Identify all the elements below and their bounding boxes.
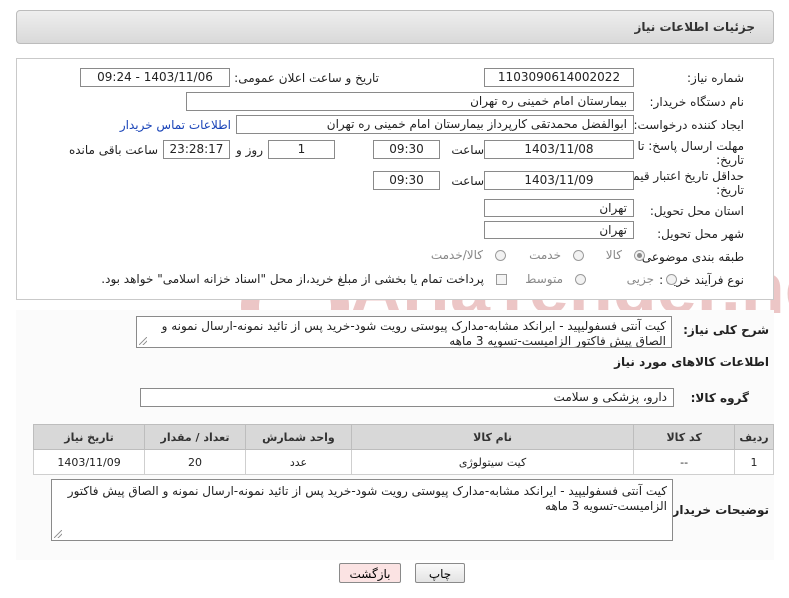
back-button[interactable]: بازگشت <box>339 563 401 583</box>
col-quantity: تعداد / مقدار <box>144 424 246 450</box>
goods-group-label: گروه کالا: <box>690 391 749 405</box>
treasury-note: پرداخت تمام یا بخشی از مبلغ خرید،از محل … <box>101 272 484 286</box>
category-option-goods: کالا <box>605 248 622 262</box>
category-option-service: خدمت <box>529 248 561 262</box>
delivery-city-field: تهران <box>484 221 634 239</box>
buyer-org-field: بیمارستان امام خمینی ره تهران <box>186 92 634 111</box>
reply-deadline-date-label: تاریخ: <box>716 153 744 167</box>
category-radio-goods[interactable] <box>634 250 645 261</box>
cell-quantity: 20 <box>144 449 246 475</box>
goods-table: ردیف کد کالا نام کالا واحد شمارش تعداد /… <box>32 424 774 475</box>
resize-grip-icon[interactable] <box>54 530 62 538</box>
buyer-notes-text: کیت آنتی فسفولیپید - ایرانکد مشابه-مدارک… <box>67 484 667 513</box>
price-validity-date-field: 1403/11/09 <box>484 171 634 190</box>
need-number-label: شماره نیاز: <box>687 71 744 85</box>
goods-group-field: دارو، پزشکی و سلامت <box>140 388 674 407</box>
price-validity-date-label: تاریخ: <box>716 183 744 197</box>
category-option-goods-service: کالا/خدمت <box>430 248 483 262</box>
process-option-medium: متوسط <box>525 272 563 286</box>
col-row-number: ردیف <box>734 424 774 450</box>
reply-deadline-date-field: 1403/11/08 <box>484 140 634 159</box>
goods-section-title: اطلاعات کالاهای مورد نیاز <box>614 355 769 369</box>
col-unit: واحد شمارش <box>244 424 352 450</box>
table-header-row: ردیف کد کالا نام کالا واحد شمارش تعداد /… <box>32 424 774 450</box>
summary-text: کیت آنتی فسفولیپید - ایرانکد مشابه-مدارک… <box>161 319 666 348</box>
buyer-contact-link[interactable]: اطلاعات تماس خریدار <box>120 118 231 132</box>
reply-deadline-label: مهلت ارسال پاسخ: تا <box>637 139 744 153</box>
panel-title: جزئیات اطلاعات نیاز <box>634 20 755 34</box>
buyer-notes-label: توضیحات خریدار: <box>667 503 769 517</box>
category-label: طبقه بندی موضوعی: <box>637 250 744 264</box>
details-panel-header: جزئیات اطلاعات نیاز <box>16 10 774 44</box>
process-radio-medium[interactable] <box>575 274 586 285</box>
print-button[interactable]: چاپ <box>415 563 465 583</box>
category-radio-goods-service[interactable] <box>495 250 506 261</box>
need-number-field: 1103090614002022 <box>484 68 634 87</box>
treasury-checkbox[interactable] <box>496 274 507 285</box>
summary-label: شرح کلی نیاز: <box>683 323 769 337</box>
cell-goods-name: کیت سیتولوژی <box>350 449 635 475</box>
process-option-minor: جزیی <box>626 272 654 286</box>
announce-datetime-label: تاریخ و ساعت اعلان عمومی: <box>234 71 379 85</box>
delivery-province-field: تهران <box>484 199 634 217</box>
buyer-notes-textarea[interactable]: کیت آنتی فسفولیپید - ایرانکد مشابه-مدارک… <box>51 479 673 541</box>
table-row: 1 -- کیت سیتولوژی عدد 20 1403/11/09 <box>32 449 774 475</box>
col-goods-name: نام کالا <box>350 424 635 450</box>
reply-deadline-time-label: ساعت <box>451 143 484 157</box>
delivery-province-label: استان محل تحویل: <box>649 204 744 218</box>
cell-row-number: 1 <box>734 449 774 475</box>
delivery-city-label: شهر محل تحویل: <box>657 227 744 241</box>
col-goods-code: کد کالا <box>633 424 736 450</box>
price-validity-time-field: 09:30 <box>373 171 440 190</box>
remaining-time-field: 23:28:17 <box>163 140 230 159</box>
cell-need-date: 1403/11/09 <box>32 449 146 475</box>
col-need-date: تاریخ نیاز <box>32 424 146 450</box>
cell-unit: عدد <box>244 449 352 475</box>
summary-textarea[interactable]: کیت آنتی فسفولیپید - ایرانکد مشابه-مدارک… <box>136 316 672 348</box>
price-validity-time-label: ساعت <box>451 174 484 188</box>
buyer-org-label: نام دستگاه خریدار: <box>649 95 745 109</box>
remaining-time-label: ساعت باقی مانده <box>68 143 158 157</box>
resize-grip-icon[interactable] <box>139 337 147 345</box>
requester-field: ابوالفضل محمدتقی کارپرداز بیمارستان امام… <box>236 115 634 134</box>
cell-goods-code: -- <box>633 449 736 475</box>
days-label: روز و <box>236 143 263 157</box>
reply-deadline-time-field: 09:30 <box>373 140 440 159</box>
announce-datetime-field: 1403/11/06 - 09:24 <box>80 68 230 87</box>
category-radio-service[interactable] <box>573 250 584 261</box>
remaining-days-field: 1 <box>268 140 335 159</box>
requester-label: ایجاد کننده درخواست: <box>633 118 744 132</box>
process-radio-minor[interactable] <box>666 274 677 285</box>
